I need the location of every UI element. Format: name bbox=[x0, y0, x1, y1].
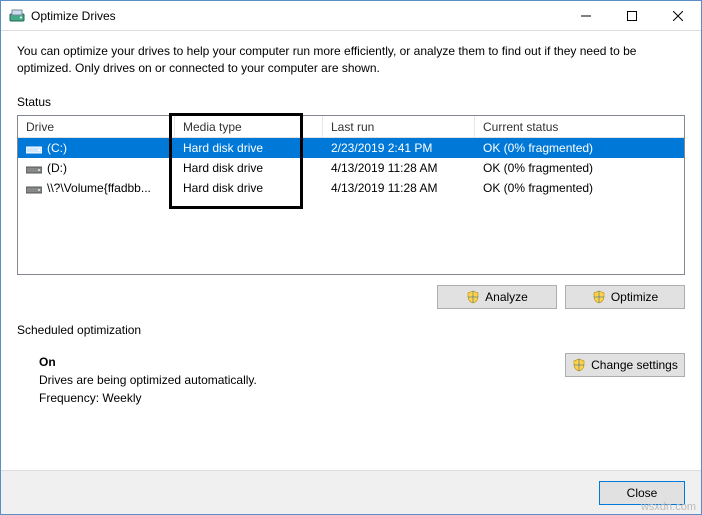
scheduled-desc: Drives are being optimized automatically… bbox=[39, 373, 565, 387]
drive-name: (C:) bbox=[47, 141, 67, 155]
status-label: Status bbox=[17, 95, 685, 109]
change-settings-button[interactable]: Change settings bbox=[565, 353, 685, 377]
app-icon bbox=[9, 8, 25, 24]
analyze-button[interactable]: Analyze bbox=[437, 285, 557, 309]
close-window-button[interactable] bbox=[655, 1, 701, 30]
optimize-button[interactable]: Optimize bbox=[565, 285, 685, 309]
scheduled-freq: Frequency: Weekly bbox=[39, 391, 565, 405]
change-settings-label: Change settings bbox=[591, 358, 678, 372]
optimize-label: Optimize bbox=[611, 290, 658, 304]
media-cell: Hard disk drive bbox=[175, 141, 323, 155]
column-header-media[interactable]: Media type bbox=[175, 116, 323, 137]
hdd-icon bbox=[26, 163, 42, 173]
status-cell: OK (0% fragmented) bbox=[475, 181, 684, 195]
footer-bar: Close bbox=[1, 470, 701, 514]
minimize-button[interactable] bbox=[563, 1, 609, 30]
action-buttons-row: Analyze Optimize bbox=[17, 285, 685, 309]
scheduled-info: On Drives are being optimized automatica… bbox=[17, 347, 565, 409]
column-header-status[interactable]: Current status bbox=[475, 116, 684, 137]
drive-row[interactable]: (C:) Hard disk drive 2/23/2019 2:41 PM O… bbox=[18, 138, 684, 158]
drive-name-cell: (C:) bbox=[18, 141, 175, 155]
status-cell: OK (0% fragmented) bbox=[475, 161, 684, 175]
shield-icon bbox=[466, 290, 480, 304]
last-run-cell: 4/13/2019 11:28 AM bbox=[323, 161, 475, 175]
hdd-icon bbox=[26, 143, 42, 153]
scheduled-on: On bbox=[39, 355, 565, 369]
status-cell: OK (0% fragmented) bbox=[475, 141, 684, 155]
drive-name: (D:) bbox=[47, 161, 67, 175]
scheduled-block: On Drives are being optimized automatica… bbox=[17, 347, 685, 409]
close-label: Close bbox=[627, 486, 658, 500]
list-header: Drive Media type Last run Current status bbox=[18, 116, 684, 138]
close-button[interactable]: Close bbox=[599, 481, 685, 505]
optimize-drives-window: Optimize Drives You can optimize your dr… bbox=[0, 0, 702, 515]
content-area: You can optimize your drives to help you… bbox=[1, 31, 701, 470]
scheduled-label: Scheduled optimization bbox=[17, 323, 685, 337]
last-run-cell: 2/23/2019 2:41 PM bbox=[323, 141, 475, 155]
shield-icon bbox=[592, 290, 606, 304]
drive-name-cell: \\?\Volume{ffadbb... bbox=[18, 181, 175, 195]
titlebar: Optimize Drives bbox=[1, 1, 701, 31]
column-header-drive[interactable]: Drive bbox=[18, 116, 175, 137]
window-controls bbox=[563, 1, 701, 30]
column-header-last[interactable]: Last run bbox=[323, 116, 475, 137]
drive-name-cell: (D:) bbox=[18, 161, 175, 175]
description-text: You can optimize your drives to help you… bbox=[17, 43, 685, 77]
drives-list: Drive Media type Last run Current status… bbox=[17, 115, 685, 275]
drive-name: \\?\Volume{ffadbb... bbox=[47, 181, 151, 195]
shield-icon bbox=[572, 358, 586, 372]
analyze-label: Analyze bbox=[485, 290, 528, 304]
maximize-button[interactable] bbox=[609, 1, 655, 30]
drive-row[interactable]: (D:) Hard disk drive 4/13/2019 11:28 AM … bbox=[18, 158, 684, 178]
window-title: Optimize Drives bbox=[31, 9, 563, 23]
last-run-cell: 4/13/2019 11:28 AM bbox=[323, 181, 475, 195]
hdd-icon bbox=[26, 183, 42, 193]
drive-row[interactable]: \\?\Volume{ffadbb... Hard disk drive 4/1… bbox=[18, 178, 684, 198]
media-cell: Hard disk drive bbox=[175, 161, 323, 175]
media-cell: Hard disk drive bbox=[175, 181, 323, 195]
